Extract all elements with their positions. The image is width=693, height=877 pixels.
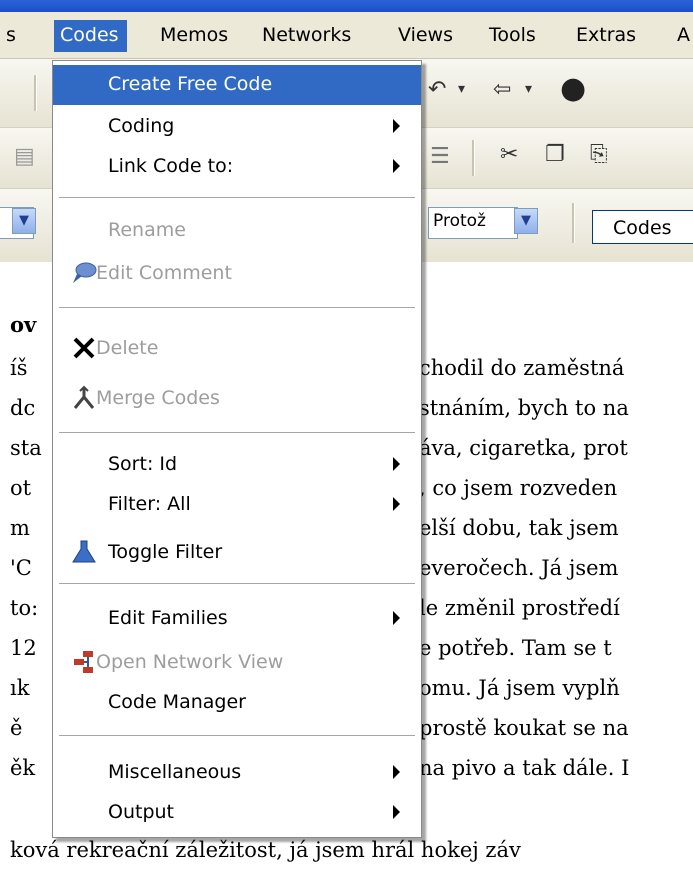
menu-item-label: Delete [96,337,159,359]
menu-filter-all[interactable]: Filter: All [53,485,421,525]
menu-item-more[interactable]: A [677,24,690,46]
submenu-arrow-icon [393,497,400,511]
doc-line-right: le změnil prostředí [419,596,620,620]
menu-item-label: Code Manager [108,691,246,713]
menu-output[interactable]: Output [53,793,421,833]
menu-miscellaneous[interactable]: Miscellaneous [53,753,421,793]
menu-separator [59,735,415,737]
doc-line-right: chodil do zaměstná [419,356,625,380]
doc-line-left: dc [10,396,36,420]
doc-line-right: everočech. Já jsem [419,556,619,580]
doc-line-right: stnáním, bych to na [419,396,629,420]
doc-line-left: sta [10,436,42,460]
menu-sort-id[interactable]: Sort: Id [53,445,421,485]
menu-item-label: Miscellaneous [108,761,242,783]
menu-link-code-to[interactable]: Link Code to: [53,147,421,187]
doc-line-left: m [10,516,30,540]
menu-item-label: Edit Comment [96,262,232,284]
menu-toggle-filter[interactable]: Toggle Filter [53,533,421,573]
doc-line-full: ková rekreační záležitost, já jsem hrál … [10,838,521,862]
doc-line-right: , co jsem rozveden [419,476,618,500]
doc-line-right: prostě koukat se na [419,716,629,740]
menu-edit-comment[interactable]: Edit Comment [53,254,421,294]
network-icon [74,651,93,673]
bomb-icon[interactable]: ● [560,71,586,106]
title-bar-strip [0,0,693,12]
doc-line-right: omu. Já jsem vyplň [419,676,620,700]
menu-item-label: Open Network View [96,651,284,673]
doc-line-right: e potřeb. Tam se t [419,636,612,660]
menu-item-label: Rename [108,219,186,241]
submenu-arrow-icon [393,119,400,133]
cut-icon[interactable]: ✂ [500,142,518,167]
codes-context-menu: Create Free Code Coding Link Code to: Re… [52,60,422,838]
menu-merge-codes[interactable]: Merge Codes [53,379,421,419]
doc-line-left: ě [10,716,23,740]
menu-item-label: Create Free Code [108,73,273,95]
doc-line-left: to: [10,596,39,620]
toolbar-separator [34,75,37,111]
submenu-arrow-icon [393,611,400,625]
menu-separator [59,583,415,585]
doc-line-left: 'C [10,556,32,580]
menu-item-label: Output [108,801,174,823]
chevron-down-icon[interactable]: ▼ [12,208,36,234]
menu-rename[interactable]: Rename [53,211,421,251]
doc-line-left: ot [10,476,32,500]
menu-item-memos[interactable]: Memos [160,24,228,46]
toolbar-separator [472,140,475,176]
chevron-down-icon[interactable]: ▼ [514,208,538,234]
menu-item-label: Sort: Id [108,453,178,475]
menu-delete[interactable]: Delete [53,329,421,369]
doc-line-left: 12 [10,636,37,660]
menu-open-network-view[interactable]: Open Network View [53,643,421,683]
back-arrow-icon[interactable]: ⇦ [493,77,511,102]
doc-line-right: na pivo a tak dále. I [419,756,630,780]
doc-line-right: elší dobu, tak jsem [419,516,619,540]
menu-item-networks[interactable]: Networks [262,24,351,46]
submenu-arrow-icon [393,805,400,819]
codes-button[interactable]: Codes [592,210,693,244]
menu-item-label: Filter: All [108,493,191,515]
list-icon[interactable]: ☰ [430,144,450,169]
menu-item-label: Coding [108,115,175,137]
menu-item-extras[interactable]: Extras [576,24,636,46]
menu-item-views[interactable]: Views [398,24,453,46]
menu-item-documents[interactable]: s [6,24,16,46]
undo-icon[interactable]: ↶ [428,77,446,102]
chevron-down-icon[interactable]: ▾ [525,81,532,97]
menu-item-label: Link Code to: [108,155,234,177]
menu-item-codes[interactable]: Codes [54,20,127,52]
doc-line-left: ov [10,312,37,337]
merge-icon [73,385,95,409]
doc-line-left: íš [10,356,28,380]
menu-separator [59,307,415,309]
menu-edit-families[interactable]: Edit Families [53,599,421,639]
copy-icon[interactable]: ❐ [545,142,565,167]
doc-line-left: ěk [10,756,36,780]
paste-icon[interactable]: ⎘ [590,142,608,167]
menu-item-label: Toggle Filter [108,541,223,563]
menu-coding[interactable]: Coding [53,107,421,147]
toolbar-grip [572,203,575,243]
x-icon [73,337,95,359]
submenu-arrow-icon [393,159,400,173]
flask-icon [72,540,96,563]
submenu-arrow-icon [393,765,400,779]
quotation-selector[interactable]: Protož [428,207,518,239]
speech-bubble-icon [73,262,97,283]
menu-separator [59,197,415,199]
menu-create-free-code[interactable]: Create Free Code [53,65,421,105]
menu-bar: s Codes Memos Networks Views Tools Extra… [0,12,693,59]
menu-item-label: Merge Codes [96,387,220,409]
menu-item-tools[interactable]: Tools [489,24,536,46]
doc-line-right: áva, cigaretka, prot [419,436,628,460]
chevron-down-icon[interactable]: ▾ [458,81,465,97]
menu-item-label: Edit Families [108,607,228,629]
submenu-arrow-icon [393,457,400,471]
tool-icon[interactable]: ▤ [14,144,35,169]
doc-line-left: ık [10,676,30,700]
menu-code-manager[interactable]: Code Manager [53,683,421,723]
menu-separator [59,432,415,434]
